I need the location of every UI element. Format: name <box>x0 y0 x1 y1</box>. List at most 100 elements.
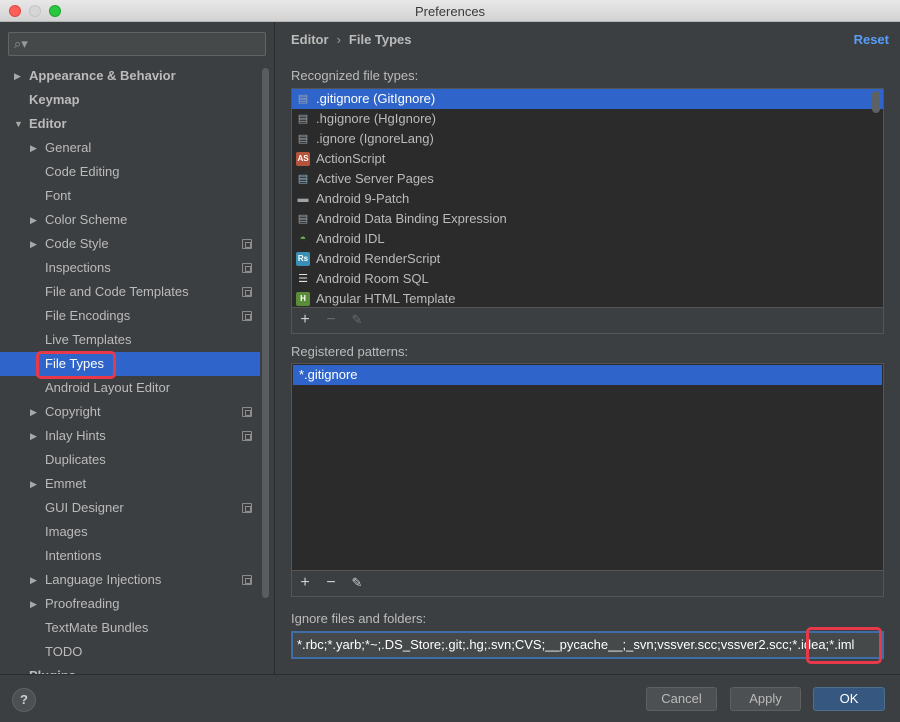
file-type-row[interactable]: H Angular HTML Template <box>292 289 883 307</box>
file-type-row[interactable]: ◓ Android IDL <box>292 229 883 249</box>
sidebar-item-emmet[interactable]: ▶ Emmet <box>0 472 260 496</box>
sidebar-item-label: File Encodings <box>45 308 131 323</box>
sidebar-item-inlay-hints[interactable]: ▶ Inlay Hints <box>0 424 260 448</box>
registered-patterns-list[interactable]: *.gitignore <box>291 363 884 571</box>
ignore-icon: ▤ <box>297 133 309 145</box>
sidebar-item-code-style[interactable]: ▶ Code Style <box>0 232 260 256</box>
file-type-label: Android Data Binding Expression <box>316 211 507 226</box>
chevron-right-icon[interactable]: ▶ <box>30 592 37 616</box>
sidebar-item-android-layout-editor[interactable]: Android Layout Editor <box>0 376 260 400</box>
patterns-toolbar: + − ✎ <box>291 571 884 597</box>
edit-pattern-button[interactable]: ✎ <box>348 574 366 592</box>
file-types-panel: Editor › File Types Reset Recognized file … <box>276 22 900 674</box>
sidebar-item-label: Plugins <box>29 664 76 674</box>
gitignore-icon: ▤ <box>297 93 309 105</box>
pattern-row[interactable]: *.gitignore <box>293 365 882 385</box>
sidebar-item-language-injections[interactable]: ▶ Language Injections <box>0 568 260 592</box>
registered-patterns-label: Registered patterns: <box>291 344 409 359</box>
chevron-right-icon[interactable]: ▶ <box>14 64 21 88</box>
apply-button[interactable]: Apply <box>730 687 801 711</box>
sidebar-item-keymap[interactable]: Keymap <box>0 88 260 112</box>
sidebar-item-todo[interactable]: TODO <box>0 640 260 664</box>
chevron-right-icon[interactable]: ▶ <box>30 208 37 232</box>
project-scope-icon <box>242 575 252 585</box>
file-type-label: Active Server Pages <box>316 171 434 186</box>
edit-file-type-button[interactable]: ✎ <box>348 311 366 329</box>
sidebar-item-live-templates[interactable]: Live Templates <box>0 328 260 352</box>
ignore-files-label: Ignore files and folders: <box>291 611 427 626</box>
recognized-file-types-label: Recognized file types: <box>291 68 419 83</box>
file-type-row[interactable]: Rs Android RenderScript <box>292 249 883 269</box>
sidebar-item-label: File and Code Templates <box>45 284 189 299</box>
file-type-label: Android Room SQL <box>316 271 429 286</box>
sidebar-item-label: Font <box>45 188 72 203</box>
sidebar-item-label: Inspections <box>45 260 111 275</box>
add-file-type-button[interactable]: + <box>296 311 314 329</box>
project-scope-icon <box>242 287 252 297</box>
ignore-files-input[interactable]: *.rbc;*.yarb;*~;.DS_Store;.git;.hg;.svn;… <box>291 631 884 659</box>
sidebar-scrollbar[interactable] <box>262 68 269 598</box>
file-type-label: Android IDL <box>316 231 385 246</box>
file-type-label: Angular HTML Template <box>316 291 456 306</box>
project-scope-icon <box>242 239 252 249</box>
sidebar-item-copyright[interactable]: ▶ Copyright <box>0 400 260 424</box>
sidebar-item-proofreading[interactable]: ▶ Proofreading <box>0 592 260 616</box>
file-type-row[interactable]: ▤ Android Data Binding Expression <box>292 209 883 229</box>
asp-icon: ▤ <box>297 173 309 185</box>
file-type-row[interactable]: ▤ .hgignore (HgIgnore) <box>292 109 883 129</box>
file-type-row[interactable]: ▤ .gitignore (GitIgnore) <box>292 89 883 109</box>
sidebar-item-intentions[interactable]: Intentions <box>0 544 260 568</box>
remove-pattern-button[interactable]: − <box>322 574 340 592</box>
file-type-row[interactable]: ▤ .ignore (IgnoreLang) <box>292 129 883 149</box>
chevron-right-icon[interactable]: ▶ <box>30 136 37 160</box>
recognized-file-types-list[interactable]: ▤ .gitignore (GitIgnore) ▤ .hgignore (HgIgn… <box>291 88 884 308</box>
sidebar-item-gui-designer[interactable]: GUI Designer <box>0 496 260 520</box>
cancel-button[interactable]: Cancel <box>646 687 717 711</box>
sidebar-item-font[interactable]: Font <box>0 184 260 208</box>
databinding-icon: ▤ <box>297 213 309 225</box>
help-button[interactable]: ? <box>12 688 36 712</box>
file-type-row[interactable]: AS ActionScript <box>292 149 883 169</box>
settings-search-input[interactable]: ⌕▾ <box>8 32 266 56</box>
reset-link[interactable]: Reset <box>854 32 889 47</box>
chevron-right-icon[interactable]: ▶ <box>30 472 37 496</box>
ok-button[interactable]: OK <box>813 687 885 711</box>
chevron-right-icon[interactable]: ▶ <box>30 400 37 424</box>
remove-file-type-button[interactable]: − <box>322 311 340 329</box>
sidebar-item-color-scheme[interactable]: ▶ Color Scheme <box>0 208 260 232</box>
chevron-down-icon[interactable]: ▼ <box>14 112 23 136</box>
sidebar-item-file-and-code-templates[interactable]: File and Code Templates <box>0 280 260 304</box>
sidebar-item-inspections[interactable]: Inspections <box>0 256 260 280</box>
project-scope-icon <box>242 263 252 273</box>
chevron-right-icon[interactable]: ▶ <box>30 232 37 256</box>
title-bar: Preferences <box>0 0 900 22</box>
sidebar-item-textmate-bundles[interactable]: TextMate Bundles <box>0 616 260 640</box>
sidebar-item-code-editing[interactable]: Code Editing <box>0 160 260 184</box>
sidebar-item-general[interactable]: ▶ General <box>0 136 260 160</box>
breadcrumb: Editor › File Types <box>291 32 412 47</box>
sidebar-item-images[interactable]: Images <box>0 520 260 544</box>
hgignore-icon: ▤ <box>297 113 309 125</box>
sidebar-item-label: Copyright <box>45 404 101 419</box>
file-type-row[interactable]: ▬ Android 9-Patch <box>292 189 883 209</box>
chevron-right-icon[interactable]: ▶ <box>30 424 37 448</box>
dialog-footer: ? Cancel Apply OK <box>0 674 900 722</box>
sidebar-item-appearance-behavior[interactable]: ▶ Appearance & Behavior <box>0 64 260 88</box>
sidebar-item-label: Live Templates <box>45 332 132 347</box>
sidebar-item-label: General <box>45 140 92 155</box>
file-types-toolbar: + − ✎ <box>291 308 884 334</box>
breadcrumb-parent[interactable]: Editor <box>291 32 329 47</box>
add-pattern-button[interactable]: + <box>296 574 314 592</box>
sidebar-item-plugins[interactable]: Plugins <box>0 664 260 674</box>
file-type-row[interactable]: ☰ Android Room SQL <box>292 269 883 289</box>
file-types-scrollbar[interactable] <box>872 91 880 113</box>
sidebar-item-label: Emmet <box>45 476 87 491</box>
chevron-right-icon[interactable]: ▶ <box>30 568 37 592</box>
file-type-row[interactable]: ▤ Active Server Pages <box>292 169 883 189</box>
sidebar-item-label: Duplicates <box>45 452 106 467</box>
sidebar-item-duplicates[interactable]: Duplicates <box>0 448 260 472</box>
sidebar-item-label: Language Injections <box>45 572 162 587</box>
sidebar-item-editor[interactable]: ▼ Editor <box>0 112 260 136</box>
sidebar-item-file-encodings[interactable]: File Encodings <box>0 304 260 328</box>
file-type-label: ActionScript <box>316 151 386 166</box>
